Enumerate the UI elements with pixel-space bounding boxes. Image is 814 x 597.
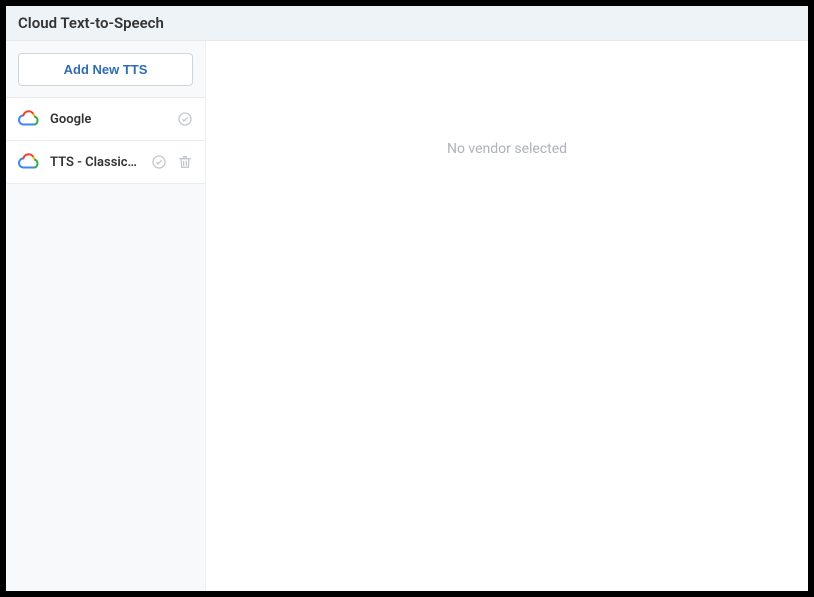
- google-cloud-icon: [18, 151, 40, 173]
- vendor-item-google[interactable]: Google: [6, 97, 205, 141]
- empty-state-message: No vendor selected: [206, 141, 808, 157]
- trash-icon[interactable]: [177, 154, 193, 170]
- vendor-item-label: TTS - Classics ...: [50, 155, 141, 170]
- vendor-list: Google: [6, 98, 205, 184]
- google-cloud-icon: [18, 108, 40, 130]
- main-panel: No vendor selected: [206, 41, 808, 591]
- check-circle-icon: [151, 154, 167, 170]
- vendor-item-tts-classics[interactable]: TTS - Classics ...: [6, 140, 205, 184]
- page-title: Cloud Text-to-Speech: [6, 6, 808, 41]
- vendor-item-label: Google: [50, 112, 167, 127]
- check-circle-icon: [177, 111, 193, 127]
- sidebar: Add New TTS Google: [6, 41, 206, 591]
- app-frame: Cloud Text-to-Speech Add New TTS: [0, 0, 814, 597]
- app-body: Add New TTS Google: [6, 41, 808, 591]
- add-new-tts-button[interactable]: Add New TTS: [18, 53, 193, 86]
- add-button-container: Add New TTS: [6, 41, 205, 98]
